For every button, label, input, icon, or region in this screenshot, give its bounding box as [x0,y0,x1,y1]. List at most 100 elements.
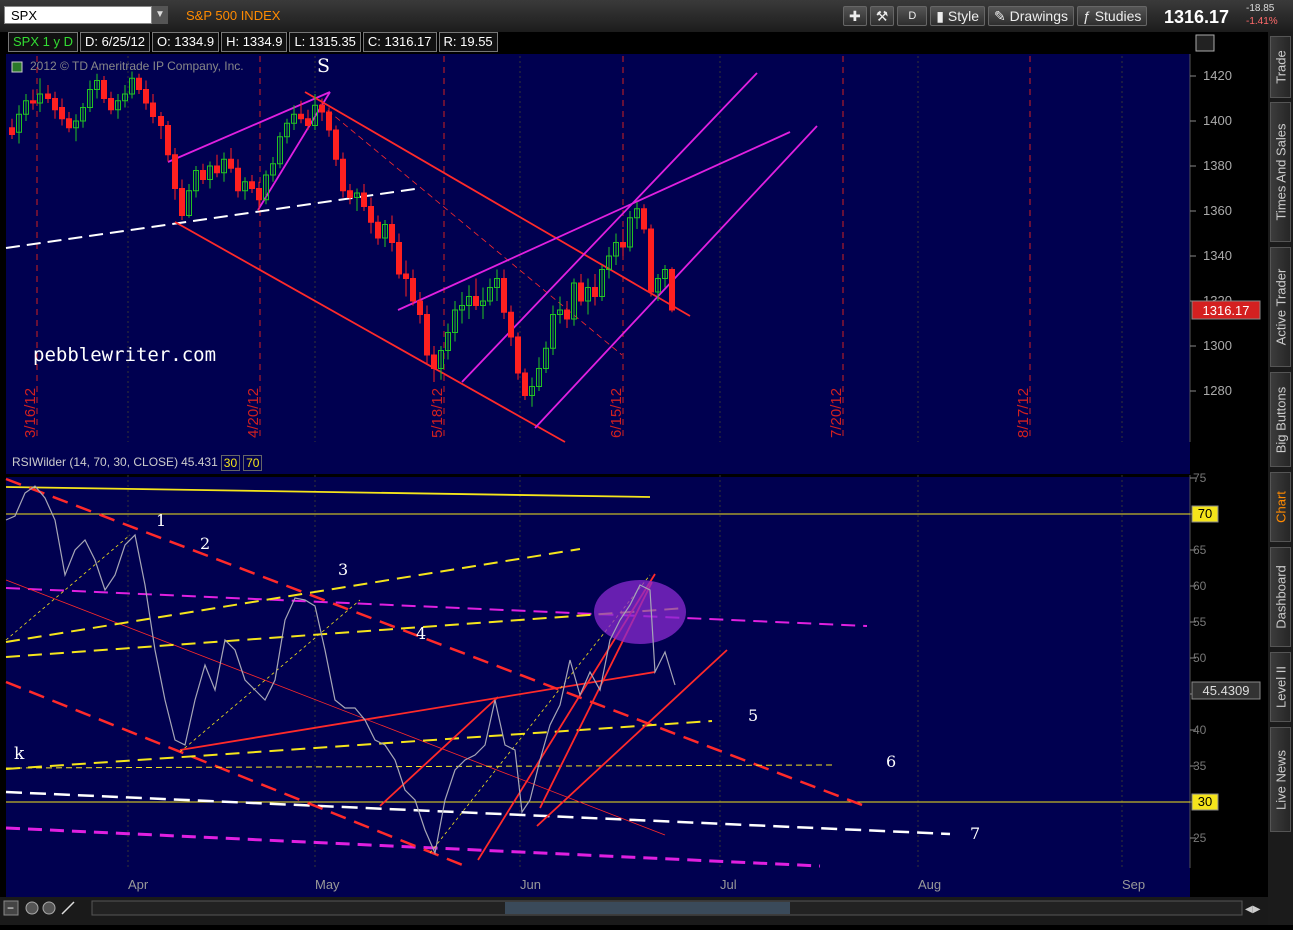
tab-label: Level II [1273,666,1288,708]
price-badge: 1316.17 [1203,303,1250,318]
price-tick-label: 1360 [1203,203,1232,218]
tab-level-ii[interactable]: Level II [1270,652,1291,722]
rsi-tick-label: 75 [1193,471,1207,485]
rsi-value: 45.431 [181,455,218,469]
candle-body [333,129,339,160]
candle-body [136,77,142,90]
rsi-30-badge: 30 [1198,794,1212,809]
tab-label: Dashboard [1273,565,1288,629]
tab-dashboard[interactable]: Dashboard [1270,547,1291,647]
annotation-n6: 6 [886,752,896,771]
month-label: Jun [520,877,541,892]
candle-body [508,311,514,338]
month-label: Jul [720,877,737,892]
candle-body [417,300,423,315]
style-label: Style [947,8,980,24]
tab-big-buttons[interactable]: Big Buttons [1270,372,1291,467]
date-marker-label: 5/18/12 [429,388,446,438]
tab-chart[interactable]: Chart [1270,472,1291,542]
scroll-end-icon[interactable]: ◀▶ [1245,904,1261,915]
candle-body [305,118,311,126]
candle-body [45,93,51,99]
tab-live-news[interactable]: Live News [1270,727,1291,832]
candle-body [564,309,570,320]
symbol-dropdown-icon[interactable]: ▼ [152,6,168,24]
style-icon: ▮ [936,8,945,24]
studies-button[interactable]: ƒ Studies [1077,6,1148,26]
bottom-scrollbar[interactable]: − ◀▶ [0,897,1268,925]
candle-body [108,98,114,111]
period-button[interactable]: D [897,6,928,26]
copyright: 2012 © TD Ameritrade IP Company, Inc. [30,59,244,73]
candle-body [150,102,156,117]
candle-body [101,80,107,99]
candle-body [515,336,521,374]
side-tabs: Trade Times And Sales Active Trader Big But… [1268,32,1293,925]
rsi-study-label[interactable]: RSIWilder (14, 70, 30, CLOSE) 45.431 30 … [12,455,263,471]
candle-body [214,165,220,174]
chart-area[interactable]: 1420140013801360134013201300128075656055… [0,32,1268,925]
price-tick-label: 1280 [1203,383,1232,398]
price-tick-label: 1380 [1203,158,1232,173]
price-tick-label: 1400 [1203,113,1232,128]
date-marker-label: 7/20/12 [828,388,845,438]
tab-times-and-sales[interactable]: Times And Sales [1270,102,1291,242]
rsi-tick-label: 40 [1193,723,1207,737]
rsi-tick-label: 25 [1193,831,1207,845]
candle-body [228,158,234,169]
date-marker-label: 4/20/12 [245,388,262,438]
drawings-button[interactable]: ✎ Drawings [988,6,1075,26]
symbol-period[interactable]: SPX 1 y D [8,32,78,52]
chart-settings-icon [1195,34,1215,52]
crosshair-icon[interactable]: ✚ [843,6,867,26]
annotation-S: S [317,55,330,77]
date-value: D: 6/25/12 [79,32,150,52]
date-marker-label: 8/17/12 [1015,388,1032,438]
last-price: 1316.17 [1164,7,1230,27]
candle-body [143,89,149,104]
candle-body [410,278,416,302]
chart-canvas[interactable]: 1420140013801360134013201300128075656055… [0,32,1268,925]
draw-line-icon[interactable] [61,901,75,915]
info-bar: SPX 1 y D D: 6/25/12 O: 1334.9 H: 1334.9… [8,32,500,52]
tab-label: Trade [1273,50,1288,84]
zoom-icon[interactable] [42,901,56,915]
month-label: Aug [918,877,941,892]
net-change: -18.85 [1246,3,1275,14]
scroll-thumb[interactable] [505,902,790,914]
index-name: S&P 500 INDEX [186,8,281,23]
zoom-in-icon[interactable] [25,901,39,915]
candle-body [368,206,374,223]
tab-label: Times And Sales [1273,123,1288,221]
candle-body [424,314,430,356]
rsi-tick-label: 50 [1193,651,1207,665]
tab-active-trader[interactable]: Active Trader [1270,247,1291,367]
rsi-value-badge: 45.4309 [1203,683,1250,698]
tab-label: Active Trader [1273,268,1288,346]
date-marker-label: 6/15/12 [608,388,625,438]
candle-body [648,228,654,293]
rsi-tick-label: 35 [1193,759,1207,773]
price-tick-label: 1340 [1203,248,1232,263]
candle-body [592,287,598,297]
candle-body [298,113,304,120]
chart-tools: ✚ ⚒ D ▮ Style ✎ Drawings ƒ Studies [843,6,1148,26]
tab-label: Big Buttons [1273,386,1288,453]
candle-body [347,190,353,198]
symbol-input[interactable]: SPX [4,6,152,24]
style-button[interactable]: ▮ Style [930,6,986,26]
candle-body [326,111,332,131]
month-label: May [315,877,340,892]
tab-trade[interactable]: Trade [1270,36,1291,98]
candle-body [172,154,178,189]
month-label: Apr [128,877,149,892]
candle-body [361,192,367,207]
candle-body [9,127,15,135]
wrench-icon[interactable]: ⚒ [869,6,895,26]
rsi-tick-label: 60 [1193,579,1207,593]
candle-body [158,116,164,126]
annotation-n3: 3 [338,560,348,579]
annotation-n5: 5 [748,706,758,725]
candle-body [396,242,402,275]
price-tick-label: 1300 [1203,338,1232,353]
